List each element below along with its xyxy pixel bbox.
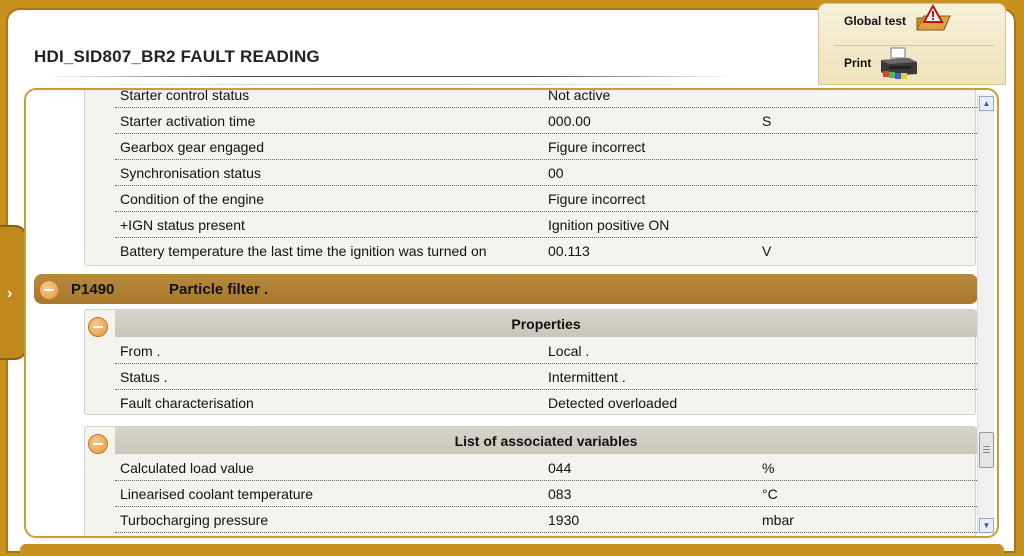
toolbar: Global test Print (818, 3, 1006, 85)
table-row: Linearised coolant temperature 083 °C (115, 480, 977, 507)
scrollbar-thumb[interactable] (979, 432, 994, 468)
property-name: From . (120, 343, 161, 359)
properties-header: Properties (115, 310, 977, 337)
variable-value: 1930 (548, 512, 580, 528)
parameter-value: Figure incorrect (548, 139, 646, 155)
parameter-value: 00.113 (548, 243, 590, 259)
grip-line (983, 446, 990, 447)
property-value: Detected overloaded (548, 395, 678, 411)
parameter-unit: S (762, 113, 772, 129)
parameter-name: Starter activation time (120, 113, 256, 129)
table-row: Calculated load value 044 % (115, 454, 977, 481)
collapse-fault-button[interactable] (39, 280, 59, 300)
variable-value: 083 (548, 486, 572, 502)
parameter-name: Battery temperature the last time the ig… (120, 243, 487, 259)
variable-name: Turbocharging pressure (120, 512, 269, 528)
parameter-name: Synchronisation status (120, 165, 261, 181)
parameter-value: 000.00 (548, 113, 591, 129)
parameter-value: Figure incorrect (548, 191, 646, 207)
properties-panel: Properties From . Local . Status . Inter… (84, 309, 977, 415)
table-row: Starter control status Not active (115, 88, 977, 108)
table-row: Starter activation time 000.00 S (115, 107, 977, 134)
variable-unit: °C (762, 486, 778, 502)
property-value: Local . (548, 343, 590, 359)
parameter-name: Gearbox gear engaged (120, 139, 264, 155)
property-name: Fault characterisation (120, 395, 254, 411)
grip-line (983, 449, 990, 450)
parameter-name: Condition of the engine (120, 191, 264, 207)
global-test-label: Global test (844, 14, 907, 28)
table-row: Condition of the engine Figure incorrect (115, 185, 977, 212)
table-row: Synchronisation status 00 (115, 159, 977, 186)
property-value: Intermittent . (548, 369, 626, 385)
side-panel-toggle[interactable]: › (0, 225, 27, 360)
printer-icon (881, 47, 917, 79)
page-title: HDI_SID807_BR2 FAULT READING (34, 47, 320, 66)
parameter-name: Starter control status (120, 88, 250, 103)
title-divider (44, 76, 734, 77)
collapse-variables-button[interactable] (88, 434, 108, 454)
print-label: Print (844, 56, 872, 70)
bottom-bar (20, 544, 1004, 556)
table-row: Battery temperature the last time the ig… (115, 237, 977, 263)
variables-header: List of associated variables (115, 427, 977, 454)
parameter-value: 00 (548, 165, 564, 181)
fault-name: Particle filter . (169, 281, 269, 298)
parameter-value: Ignition positive ON (548, 217, 670, 233)
parameter-unit: V (762, 243, 772, 259)
variables-panel: List of associated variables Calculated … (84, 426, 977, 536)
warning-folder-icon (916, 4, 951, 31)
variable-unit: mbar (762, 512, 794, 528)
fault-header-bar[interactable]: P1490 Particle filter . (34, 274, 978, 304)
vertical-scrollbar[interactable]: ▲ ▼ (977, 94, 994, 534)
collapse-properties-button[interactable] (88, 317, 108, 337)
property-name: Status . (120, 369, 168, 385)
chevron-right-icon: › (7, 285, 13, 302)
table-row: Status . Intermittent . (115, 363, 977, 390)
variable-name: Linearised coolant temperature (120, 486, 314, 502)
variable-unit: % (762, 460, 775, 476)
scroll-down-arrow-icon[interactable]: ▼ (979, 518, 994, 533)
variable-value: 044 (548, 460, 572, 476)
grip-line (983, 452, 990, 453)
table-row: +IGN status present Ignition positive ON (115, 211, 977, 238)
parameters-panel: Starter control status Not active Starte… (84, 88, 977, 266)
fault-code: P1490 (71, 281, 115, 298)
table-row: Gearbox gear engaged Figure incorrect (115, 133, 977, 160)
print-button[interactable]: Print (819, 46, 1005, 86)
parameter-value: Not active (548, 88, 611, 103)
fault-list-panel: Starter control status Not active Starte… (24, 88, 999, 538)
variable-name: Calculated load value (120, 460, 254, 476)
parameter-name: +IGN status present (120, 217, 245, 233)
title-divider-shadow (44, 84, 744, 85)
table-row: From . Local . (115, 337, 977, 364)
table-row: Fault characterisation Detected overload… (115, 389, 977, 415)
table-row: Turbocharging pressure 1930 mbar (115, 506, 977, 533)
global-test-button[interactable]: Global test (819, 4, 1005, 44)
scroll-up-arrow-icon[interactable]: ▲ (979, 96, 994, 111)
